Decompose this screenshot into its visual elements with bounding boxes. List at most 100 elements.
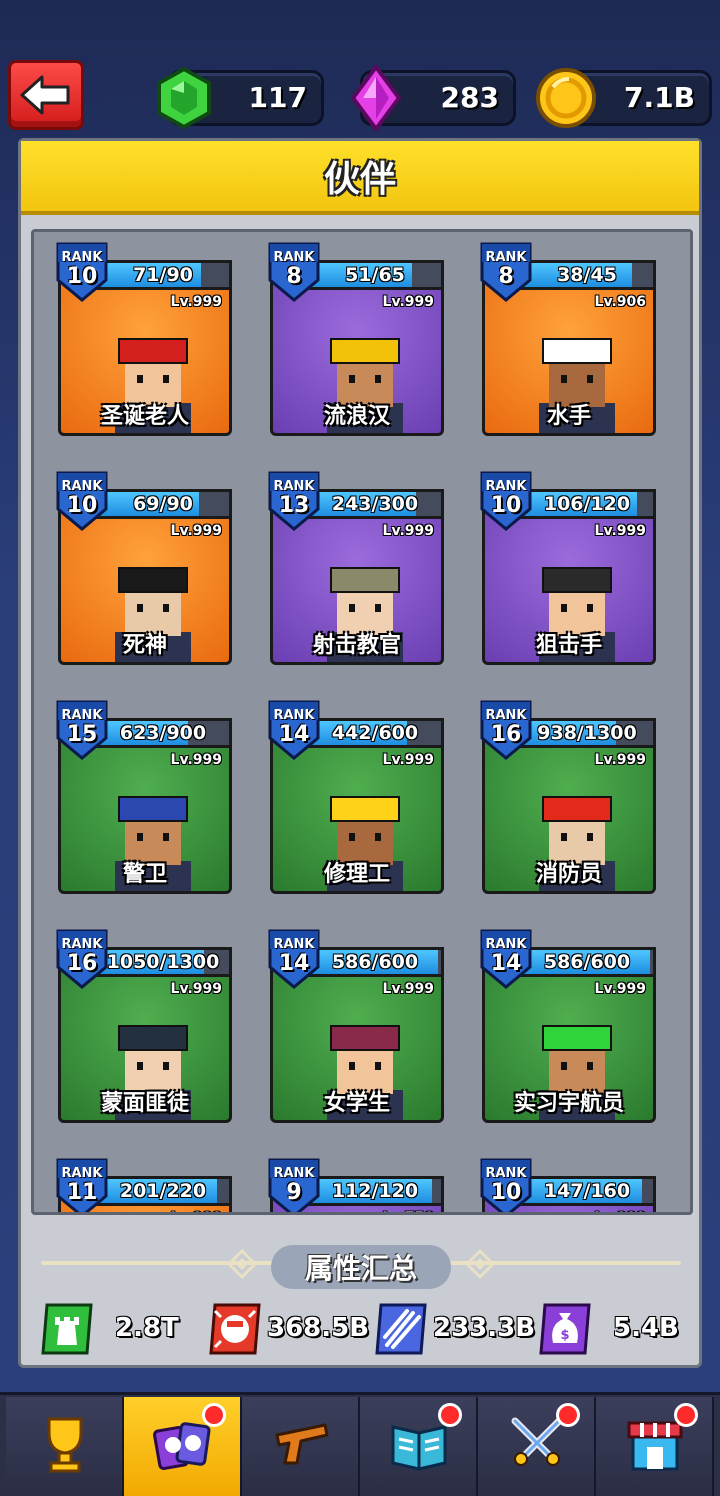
nav-tab-shop[interactable] — [596, 1397, 714, 1496]
diamond-ornament-icon — [227, 1249, 257, 1279]
companion-card[interactable]: 38/45 RANK 8 Lv.906 水手 — [478, 240, 656, 436]
companion-card[interactable]: 586/600 RANK 14 Lv.999 女学生 — [266, 927, 444, 1123]
level-label: Lv.999 — [594, 981, 646, 997]
companion-name: 女学生 — [323, 1091, 390, 1116]
diamond-ornament-icon — [465, 1249, 495, 1279]
level-label: Lv.999 — [382, 752, 434, 768]
rank-badge: RANK 16 — [478, 698, 534, 762]
companion-grid[interactable]: 71/90 RANK 10 Lv.999 圣诞老人 51/65 RANK 8 L… — [31, 229, 693, 1215]
rank-number: 16 — [490, 722, 522, 747]
rank-label: RANK — [485, 937, 527, 952]
nav-tab-trophy[interactable] — [6, 1397, 124, 1496]
companion-name: 流浪汉 — [323, 404, 390, 429]
back-arrow-icon — [20, 75, 70, 115]
summary-title: 属性汇总 — [271, 1245, 451, 1289]
rank-label: RANK — [273, 708, 315, 723]
companion-card[interactable]: 586/600 RANK 14 Lv.999 实习宇航员 — [478, 927, 656, 1123]
summary-title-text: 属性汇总 — [304, 1252, 417, 1285]
stat-fist-value: 368.5B — [267, 1313, 370, 1343]
companion-card[interactable]: 147/160 RANK 10 Lv.999 — [478, 1156, 656, 1212]
rank-number: 13 — [278, 493, 310, 518]
progress-bar: 1050/1300 — [94, 947, 232, 977]
rank-number: 8 — [498, 264, 514, 289]
notification-dot — [556, 1403, 580, 1427]
companion-card[interactable]: 623/900 RANK 15 Lv.999 警卫 — [54, 698, 232, 894]
level-label: Lv.999 — [594, 752, 646, 768]
progress-bar: 69/90 — [94, 489, 232, 519]
companion-card[interactable]: 51/65 RANK 8 Lv.999 流浪汉 — [266, 240, 444, 436]
nav-tab-companions[interactable] — [124, 1397, 242, 1496]
progress-bar: 442/600 — [306, 718, 444, 748]
rank-label: RANK — [485, 708, 527, 723]
companion-card[interactable]: 106/120 RANK 10 Lv.999 狙击手 — [478, 469, 656, 665]
stat-claw: 233.3B — [373, 1301, 543, 1357]
rank-badge: RANK 8 — [478, 240, 534, 304]
rank-number: 14 — [278, 722, 310, 747]
stat-fist: 368.5B — [207, 1301, 377, 1357]
companion-card[interactable]: 243/300 RANK 13 Lv.999 射击教官 — [266, 469, 444, 665]
progress-text: 442/600 — [331, 722, 419, 744]
companion-card[interactable]: 112/120 RANK 9 Lv.750 — [266, 1156, 444, 1212]
level-label: Lv.999 — [382, 294, 434, 310]
claw-icon — [375, 1303, 427, 1355]
progress-bar: 938/1300 — [518, 718, 656, 748]
green-gem-icon — [157, 66, 211, 130]
rank-number: 10 — [490, 493, 522, 518]
stat-money-value: 5.4B — [613, 1313, 679, 1343]
rank-label: RANK — [273, 1166, 315, 1181]
rank-label: RANK — [61, 1166, 103, 1181]
stat-money: $ 5.4B — [537, 1301, 697, 1357]
rank-label: RANK — [61, 479, 103, 494]
level-label: Lv.999 — [594, 523, 646, 539]
rank-number: 9 — [286, 1180, 302, 1205]
rank-badge: RANK 11 — [54, 1156, 110, 1212]
progress-text: 623/900 — [119, 722, 207, 744]
level-label: Lv.750 — [383, 1210, 434, 1212]
notification-dot — [674, 1403, 698, 1427]
pistol-icon — [275, 1423, 329, 1465]
notification-dot — [438, 1403, 462, 1427]
companion-card[interactable]: 69/90 RANK 10 Lv.999 死神 — [54, 469, 232, 665]
companion-card[interactable]: 1050/1300 RANK 16 Lv.999 蒙面匪徒 — [54, 927, 232, 1123]
nav-tab-crossed-swords[interactable] — [478, 1397, 596, 1496]
rank-label: RANK — [485, 250, 527, 265]
level-label: Lv.999 — [595, 1210, 646, 1212]
companion-card[interactable]: 201/220 RANK 11 Lv.999 — [54, 1156, 232, 1212]
pink-gem-icon — [350, 63, 402, 133]
rank-number: 14 — [490, 951, 522, 976]
pink-gem-value: 283 — [440, 81, 499, 114]
rank-number: 10 — [66, 493, 98, 518]
back-button[interactable] — [8, 60, 84, 130]
progress-text: 1050/1300 — [106, 951, 220, 973]
rank-badge: RANK 13 — [266, 469, 322, 533]
level-label: Lv.999 — [170, 294, 222, 310]
progress-bar: 51/65 — [306, 260, 444, 290]
progress-text: 38/45 — [557, 264, 617, 286]
progress-bar: 243/300 — [306, 489, 444, 519]
rank-label: RANK — [61, 250, 103, 265]
companion-name: 修理工 — [323, 862, 390, 887]
progress-bar: 38/45 — [518, 260, 656, 290]
rank-badge: RANK 14 — [266, 927, 322, 991]
rank-label: RANK — [273, 937, 315, 952]
companion-name: 死神 — [122, 633, 167, 658]
companion-card[interactable]: 938/1300 RANK 16 Lv.999 消防员 — [478, 698, 656, 894]
level-label: Lv.999 — [170, 523, 222, 539]
nav-tab-pistol[interactable] — [242, 1397, 360, 1496]
progress-text: 243/300 — [331, 493, 419, 515]
nav-tab-book[interactable] — [360, 1397, 478, 1496]
level-label: Lv.999 — [382, 981, 434, 997]
rank-label: RANK — [273, 250, 315, 265]
rank-badge: RANK 16 — [54, 927, 110, 991]
progress-text: 106/120 — [543, 493, 631, 515]
progress-bar: 106/120 — [518, 489, 656, 519]
notification-dot — [202, 1403, 226, 1427]
stat-tower: 2.8T — [39, 1301, 199, 1357]
companion-card[interactable]: 71/90 RANK 10 Lv.999 圣诞老人 — [54, 240, 232, 436]
rank-badge: RANK 10 — [54, 240, 110, 304]
progress-text: 586/600 — [543, 951, 631, 973]
companion-card[interactable]: 442/600 RANK 14 Lv.999 修理工 — [266, 698, 444, 894]
rank-number: 15 — [66, 722, 98, 747]
companion-name: 蒙面匪徒 — [100, 1091, 189, 1116]
title-bar: 伙伴 — [21, 141, 699, 215]
